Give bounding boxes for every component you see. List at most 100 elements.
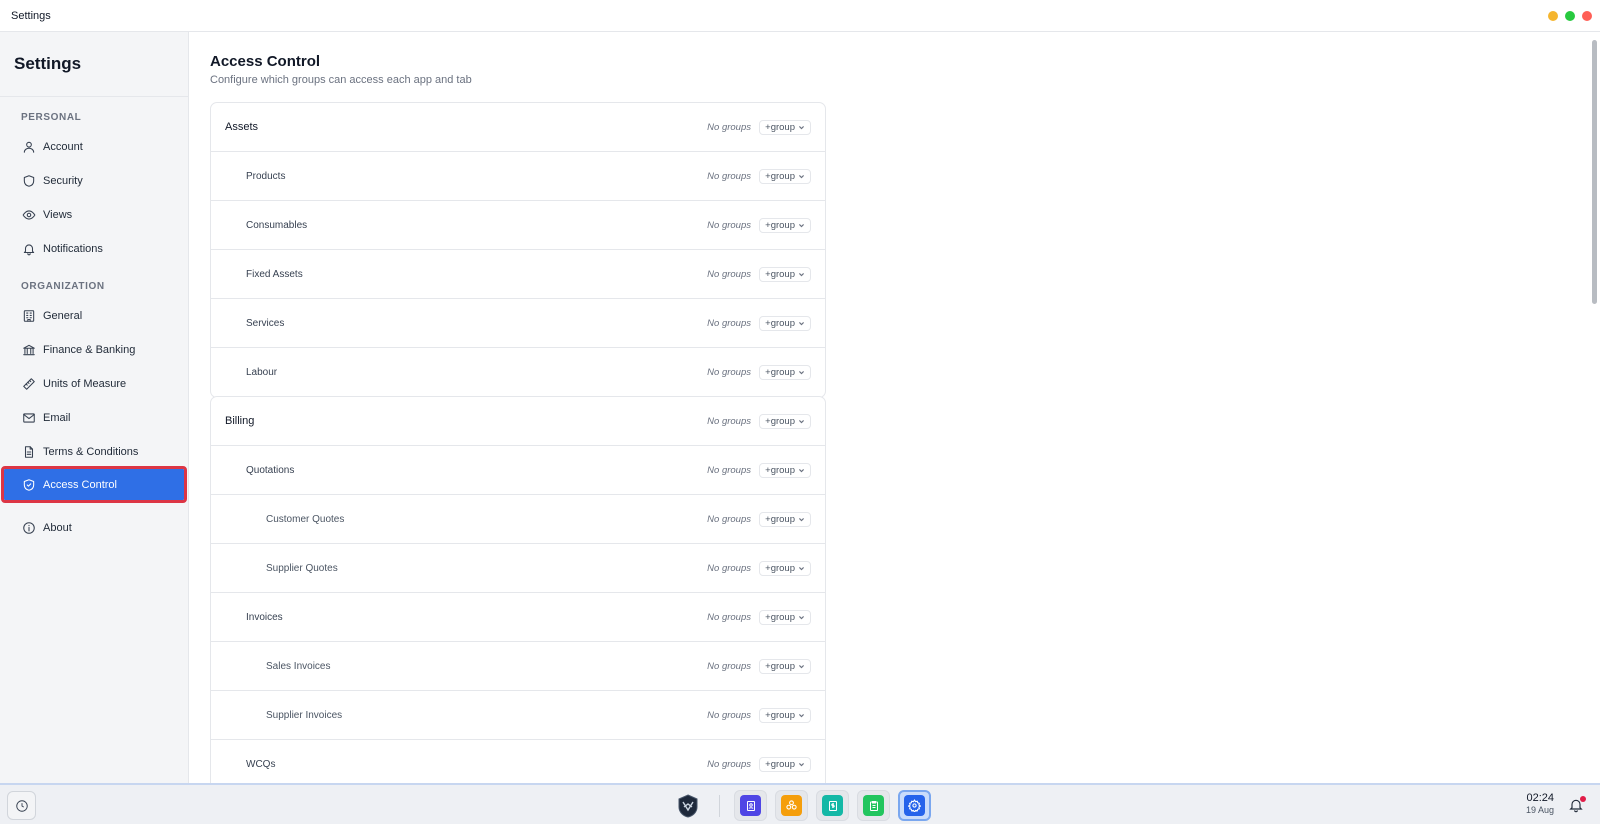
mail-icon	[23, 413, 35, 423]
brand-logo-icon[interactable]	[674, 792, 701, 819]
sidebar-item-about[interactable]: About	[0, 511, 188, 545]
no-groups-label: No groups	[707, 121, 751, 133]
no-groups-label: No groups	[707, 170, 751, 182]
chevron-down-icon	[799, 125, 804, 129]
add-group-dropdown[interactable]: +group	[759, 266, 811, 282]
minimize-button[interactable]	[1548, 11, 1558, 21]
chevron-down-icon	[799, 566, 804, 570]
clock[interactable]: 02:24 19 Aug	[1518, 792, 1554, 815]
sidebar-item-units-of-measure[interactable]: Units of Measure	[0, 367, 188, 401]
access-row: Services No groups +group	[211, 299, 825, 348]
access-row-name: Billing	[225, 415, 255, 427]
no-groups-label: No groups	[707, 317, 751, 329]
chevron-down-icon	[799, 272, 804, 276]
access-row-name: Quotations	[246, 464, 295, 476]
chevron-down-icon	[799, 223, 804, 227]
dock-app-billing[interactable]	[816, 790, 849, 821]
add-group-dropdown[interactable]: +group	[759, 757, 811, 772]
sidebar-item-security[interactable]: Security	[0, 164, 188, 198]
sidebar-item-account[interactable]: Account	[0, 130, 188, 164]
info-icon	[23, 522, 35, 534]
chevron-down-icon	[799, 174, 804, 178]
sidebar-item-label: Notifications	[43, 243, 103, 255]
add-group-label: +group	[765, 219, 795, 231]
access-row: Products No groups +group	[211, 152, 825, 201]
window-controls	[1548, 11, 1592, 21]
no-groups-label: No groups	[707, 268, 751, 280]
add-group-dropdown[interactable]: +group	[759, 168, 811, 184]
access-row-name: Services	[246, 317, 285, 329]
sidebar-title: Settings	[14, 54, 82, 73]
page-title: Access Control	[210, 53, 321, 70]
close-button[interactable]	[1582, 11, 1592, 21]
access-row: Assets No groups +group	[211, 103, 825, 152]
access-row-name: WCQs	[246, 759, 276, 770]
sidebar-item-label: Terms & Conditions	[43, 446, 139, 458]
chevron-down-icon	[799, 419, 804, 423]
chevron-down-icon	[799, 468, 804, 472]
scrollbar[interactable]	[1588, 32, 1600, 783]
user-icon	[23, 141, 35, 153]
dollar-doc-icon	[822, 795, 843, 816]
sidebar-item-finance-banking[interactable]: Finance & Banking	[0, 333, 188, 367]
section-label-personal: PERSONAL	[21, 112, 82, 123]
no-groups-label: No groups	[707, 367, 751, 378]
shield-icon	[23, 175, 35, 187]
add-group-dropdown[interactable]: +group	[759, 315, 811, 331]
add-group-dropdown[interactable]: +group	[759, 609, 811, 625]
access-row: Consumables No groups +group	[211, 201, 825, 250]
sidebar-item-access-control[interactable]: Access Control	[1, 466, 187, 503]
add-group-label: +group	[765, 464, 795, 476]
dock-app-settings[interactable]	[898, 790, 931, 821]
history-button[interactable]	[7, 791, 36, 820]
add-group-dropdown[interactable]: +group	[759, 365, 811, 380]
clock-icon	[15, 799, 28, 812]
add-group-dropdown[interactable]: +group	[759, 560, 811, 576]
sidebar-item-notifications[interactable]: Notifications	[0, 232, 188, 266]
add-group-dropdown[interactable]: +group	[759, 413, 811, 429]
no-groups-label: No groups	[707, 759, 751, 770]
add-group-dropdown[interactable]: +group	[759, 511, 811, 527]
scrollbar-thumb[interactable]	[1592, 40, 1597, 304]
maximize-button[interactable]	[1565, 11, 1575, 21]
no-groups-label: No groups	[707, 219, 751, 231]
clock-date: 19 Aug	[1525, 805, 1554, 815]
taskbar: 02:24 19 Aug	[0, 783, 1600, 824]
bell-icon	[23, 244, 35, 256]
access-row: Invoices No groups +group	[211, 593, 825, 642]
add-group-label: +group	[765, 611, 795, 623]
chevron-down-icon	[799, 713, 804, 717]
access-row: Billing No groups +group	[211, 397, 825, 446]
access-row-name: Labour	[246, 367, 278, 378]
no-groups-label: No groups	[707, 464, 751, 476]
access-card-billing: Billing No groups +group Quotations No group…	[210, 396, 826, 783]
add-group-dropdown[interactable]: +group	[759, 119, 811, 135]
chevron-down-icon	[799, 763, 804, 767]
sidebar-item-general[interactable]: General	[0, 299, 188, 333]
notifications-button[interactable]	[1568, 796, 1586, 815]
add-group-dropdown[interactable]: +group	[759, 658, 811, 674]
dock-app-assets[interactable]	[775, 790, 808, 821]
access-row-name: Invoices	[246, 611, 283, 623]
gear-icon	[904, 795, 925, 816]
access-row: WCQs No groups +group	[211, 740, 825, 783]
window-titlebar: Settings	[0, 0, 1600, 32]
add-group-dropdown[interactable]: +group	[759, 707, 811, 723]
sidebar-header: Settings	[0, 32, 188, 97]
access-row: Sales Invoices No groups +group	[211, 642, 825, 691]
clipboard-icon	[863, 795, 884, 816]
add-group-label: +group	[765, 268, 795, 280]
add-group-label: +group	[765, 170, 795, 182]
access-row-name: Fixed Assets	[246, 268, 303, 280]
dock-app-contacts[interactable]	[734, 790, 767, 821]
add-group-dropdown[interactable]: +group	[759, 217, 811, 233]
chevron-down-icon	[799, 615, 804, 619]
sidebar-item-terms-conditions[interactable]: Terms & Conditions	[0, 435, 188, 469]
sidebar-item-views[interactable]: Views	[0, 198, 188, 232]
chevron-down-icon	[799, 371, 804, 375]
no-groups-label: No groups	[707, 660, 751, 672]
dock	[674, 790, 939, 821]
add-group-dropdown[interactable]: +group	[759, 462, 811, 478]
sidebar-item-email[interactable]: Email	[0, 401, 188, 435]
dock-app-clipboard[interactable]	[857, 790, 890, 821]
